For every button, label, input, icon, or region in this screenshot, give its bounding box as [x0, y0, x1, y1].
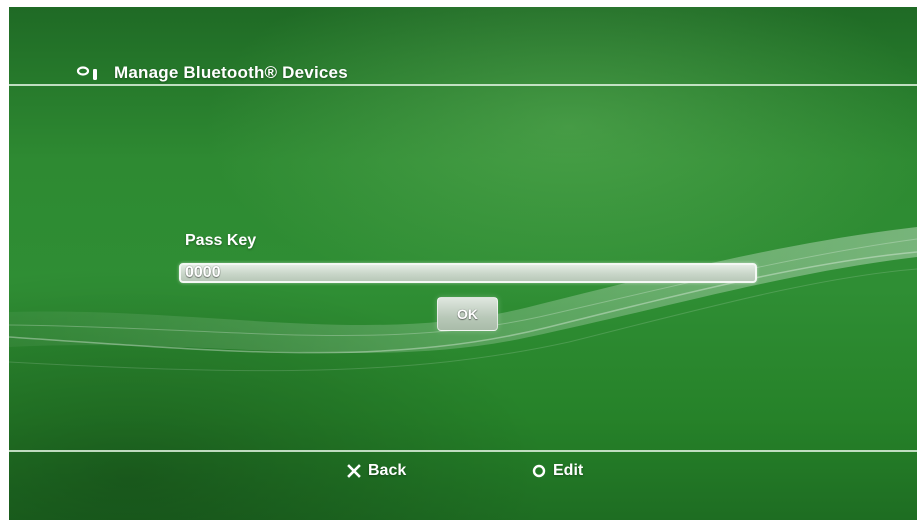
- xmb-screen: Manage Bluetooth® Devices Pass Key 0000 …: [9, 7, 917, 520]
- display-frame: Manage Bluetooth® Devices Pass Key 0000 …: [0, 0, 923, 528]
- edit-label: Edit: [553, 462, 584, 479]
- ok-button[interactable]: OK: [437, 297, 498, 331]
- footer-divider: [9, 450, 917, 452]
- circle-button-icon: [532, 464, 546, 478]
- header-divider: [9, 84, 917, 86]
- page-title: Manage Bluetooth® Devices: [114, 63, 348, 82]
- edit-hint[interactable]: Edit: [532, 460, 583, 482]
- back-hint[interactable]: Back: [347, 460, 406, 482]
- cross-button-icon: [347, 464, 361, 478]
- pass-key-input[interactable]: 0000: [179, 263, 757, 283]
- back-label: Back: [368, 462, 407, 479]
- header: Manage Bluetooth® Devices: [74, 61, 348, 85]
- bluetooth-device-icon: [76, 66, 97, 80]
- pass-key-label: Pass Key: [185, 232, 257, 249]
